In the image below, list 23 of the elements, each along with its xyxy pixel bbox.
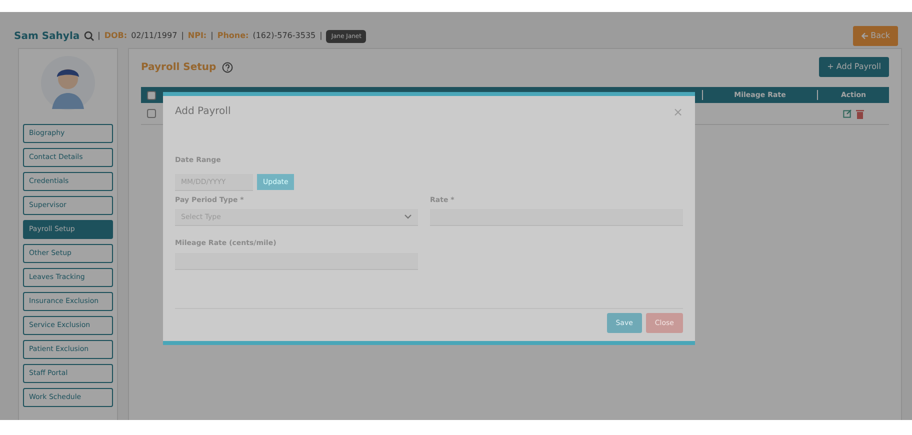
field-label: NPI:: [188, 30, 207, 42]
separator: |: [98, 30, 100, 42]
back-arrow-icon: [860, 32, 869, 40]
trash-icon[interactable]: [856, 108, 864, 118]
separator: |: [181, 30, 184, 42]
page-title: Payroll Setup: [141, 60, 216, 74]
separator: |: [210, 30, 214, 42]
field-value: (162)-576-3535: [252, 30, 316, 42]
avatar-icon: [40, 55, 96, 111]
separator: |: [320, 30, 322, 42]
modal-title: Add Payroll: [175, 105, 231, 119]
add-payroll-button[interactable]: + Add Payroll: [819, 57, 889, 77]
checkbox[interactable]: [146, 109, 156, 118]
patient-name: Sam Sahyla: [14, 30, 80, 44]
field-value: 02/11/1997: [131, 30, 178, 42]
edit-icon[interactable]: [842, 108, 852, 118]
search-icon[interactable]: [84, 31, 94, 41]
help-icon: [222, 62, 234, 72]
checkbox[interactable]: [146, 90, 156, 100]
field-label: DOB:: [104, 30, 128, 42]
back-button[interactable]: Back: [852, 26, 898, 46]
chevron-down-icon: [404, 214, 412, 220]
field-label: Phone:: [217, 30, 249, 42]
